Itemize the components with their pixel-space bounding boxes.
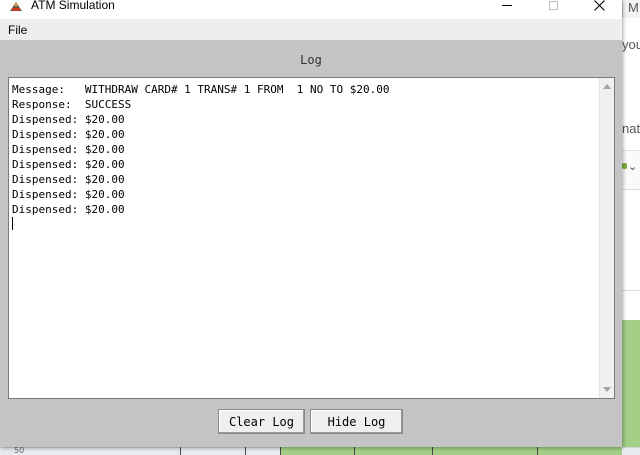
- minimize-button[interactable]: [484, 0, 530, 19]
- log-content: Message: WITHDRAW CARD# 1 TRANS# 1 FROM …: [12, 82, 390, 217]
- log-title: Log: [300, 53, 322, 67]
- background-grid-line: [180, 447, 181, 455]
- close-button[interactable]: [576, 0, 622, 19]
- background-grid-line: [245, 447, 246, 455]
- background-green-cell: [622, 320, 640, 455]
- log-text-area[interactable]: Message: WITHDRAW CARD# 1 TRANS# 1 FROM …: [8, 77, 615, 399]
- maximize-button[interactable]: [530, 0, 576, 19]
- background-grid-line: [354, 447, 355, 455]
- java-app-icon: [8, 0, 24, 13]
- log-line: Dispensed: $20.00: [12, 173, 125, 186]
- log-line: Dispensed: $20.00: [12, 143, 125, 156]
- minimize-icon: [502, 5, 512, 6]
- background-grid-line: [537, 447, 538, 455]
- log-line: Dispensed: $20.00: [12, 203, 125, 216]
- log-line: Dispensed: $20.00: [12, 188, 125, 201]
- background-grid-line: [280, 447, 281, 455]
- log-line: Dispensed: $20.00: [12, 128, 125, 141]
- background-grid-green: [280, 447, 622, 455]
- log-line: Dispensed: $20.00: [12, 113, 125, 126]
- window-title: ATM Simulation: [31, 0, 115, 12]
- close-icon: [593, 0, 605, 11]
- background-row-number: 50: [14, 446, 25, 455]
- background-text-nat: nat: [622, 121, 640, 136]
- title-bar[interactable]: ATM Simulation: [0, 0, 622, 19]
- background-green-dot: [622, 163, 627, 169]
- log-line: Response: SUCCESS: [12, 98, 132, 111]
- log-line: Dispensed: $20.00: [12, 158, 125, 171]
- scroll-down-arrow-icon[interactable]: [603, 387, 611, 392]
- clear-log-button[interactable]: Clear Log: [218, 409, 305, 434]
- background-text-m: M: [628, 0, 639, 15]
- text-caret: [12, 217, 13, 230]
- hide-log-button[interactable]: Hide Log: [310, 409, 403, 434]
- scroll-up-arrow-icon[interactable]: [603, 84, 611, 89]
- atm-simulation-window: ATM Simulation File Log Message: WITHDRA…: [0, 0, 622, 447]
- maximize-icon: [548, 1, 558, 10]
- background-grid-line: [432, 447, 433, 455]
- background-divider: [622, 290, 640, 291]
- menu-file[interactable]: File: [8, 23, 27, 37]
- chevron-down-icon: ⌄: [628, 160, 638, 173]
- background-text-you: you: [622, 37, 640, 52]
- menu-bar: File: [0, 19, 622, 40]
- log-line: Message: WITHDRAW CARD# 1 TRANS# 1 FROM …: [12, 83, 390, 96]
- vertical-scrollbar[interactable]: [599, 78, 614, 398]
